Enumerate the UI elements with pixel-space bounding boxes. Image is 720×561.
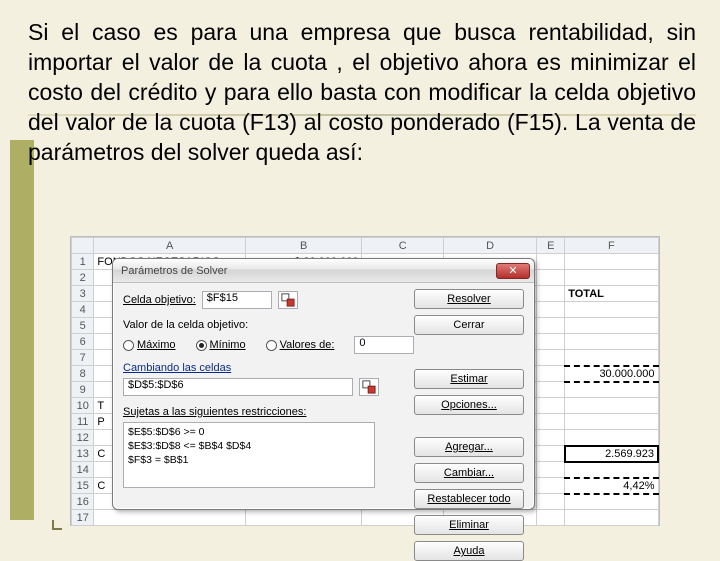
dialog-titlebar[interactable]: Parámetros de Solver ✕ (113, 259, 534, 283)
close-icon: ✕ (508, 264, 517, 277)
row-14[interactable]: 14 (72, 462, 94, 478)
row-1[interactable]: 1 (72, 254, 94, 270)
row-7[interactable]: 7 (72, 350, 94, 366)
delete-constraint-button[interactable]: Eliminar (414, 515, 524, 535)
row-15[interactable]: 15 (72, 478, 94, 494)
change-constraint-button[interactable]: Cambiar... (414, 463, 524, 483)
row-3[interactable]: 3 (72, 286, 94, 302)
dialog-title: Parámetros de Solver (121, 265, 227, 277)
total-label: TOTAL (568, 288, 604, 300)
row-13[interactable]: 13 (72, 446, 94, 462)
reset-button[interactable]: Restablecer todo (414, 489, 524, 509)
col-A[interactable]: A (94, 238, 246, 254)
col-B[interactable]: B (245, 238, 362, 254)
col-C[interactable]: C (362, 238, 444, 254)
row-4[interactable]: 4 (72, 302, 94, 318)
radio-valueof[interactable]: Valores de: (266, 339, 335, 351)
col-D[interactable]: D (444, 238, 537, 254)
add-constraint-button[interactable]: Agregar... (414, 437, 524, 457)
col-E[interactable]: E (537, 238, 565, 254)
close-button2[interactable]: Cerrar (414, 315, 524, 335)
target-cell-label: Celda objetivo: (123, 294, 196, 306)
row-16[interactable]: 16 (72, 494, 94, 510)
solve-button[interactable]: Resolver (414, 289, 524, 309)
range-picker-icon[interactable] (278, 291, 298, 309)
cell-F8[interactable]: 30.000.000 (565, 366, 658, 382)
col-F[interactable]: F (565, 238, 658, 254)
select-all-cell[interactable] (72, 238, 94, 254)
constraints-list[interactable]: $E$5:$D$6 >= 0 $E$3:$D$8 <= $B$4 $D$4 $F… (123, 422, 375, 488)
row-5[interactable]: 5 (72, 318, 94, 334)
target-cell-input[interactable]: $F$15 (202, 291, 272, 309)
radio-min[interactable]: Mínimo (196, 339, 246, 351)
row-12[interactable]: 12 (72, 430, 94, 446)
range-picker-icon[interactable] (359, 378, 379, 396)
row-17[interactable]: 17 (72, 510, 94, 526)
changing-cells-input[interactable]: $D$5:$D$6 (123, 378, 353, 396)
row-2[interactable]: 2 (72, 270, 94, 286)
row-6[interactable]: 6 (72, 334, 94, 350)
close-button[interactable]: ✕ (496, 263, 530, 279)
value-of-input[interactable]: 0 (354, 336, 414, 354)
intro-paragraph: Si el caso es para una empresa que busca… (28, 18, 696, 167)
estimate-button[interactable]: Estimar (414, 369, 524, 389)
radio-max[interactable]: Máximo (123, 339, 176, 351)
slide-corner-icon (52, 520, 62, 530)
help-button[interactable]: Ayuda (414, 541, 524, 561)
cell-F15[interactable]: 4,42% (565, 478, 658, 494)
row-10[interactable]: 10 (72, 398, 94, 414)
cell-F13[interactable]: 2.569.923 (565, 446, 658, 462)
row-11[interactable]: 11 (72, 414, 94, 430)
solver-dialog: Parámetros de Solver ✕ Celda objetivo: $… (112, 258, 535, 510)
row-8[interactable]: 8 (72, 366, 94, 382)
row-9[interactable]: 9 (72, 382, 94, 398)
